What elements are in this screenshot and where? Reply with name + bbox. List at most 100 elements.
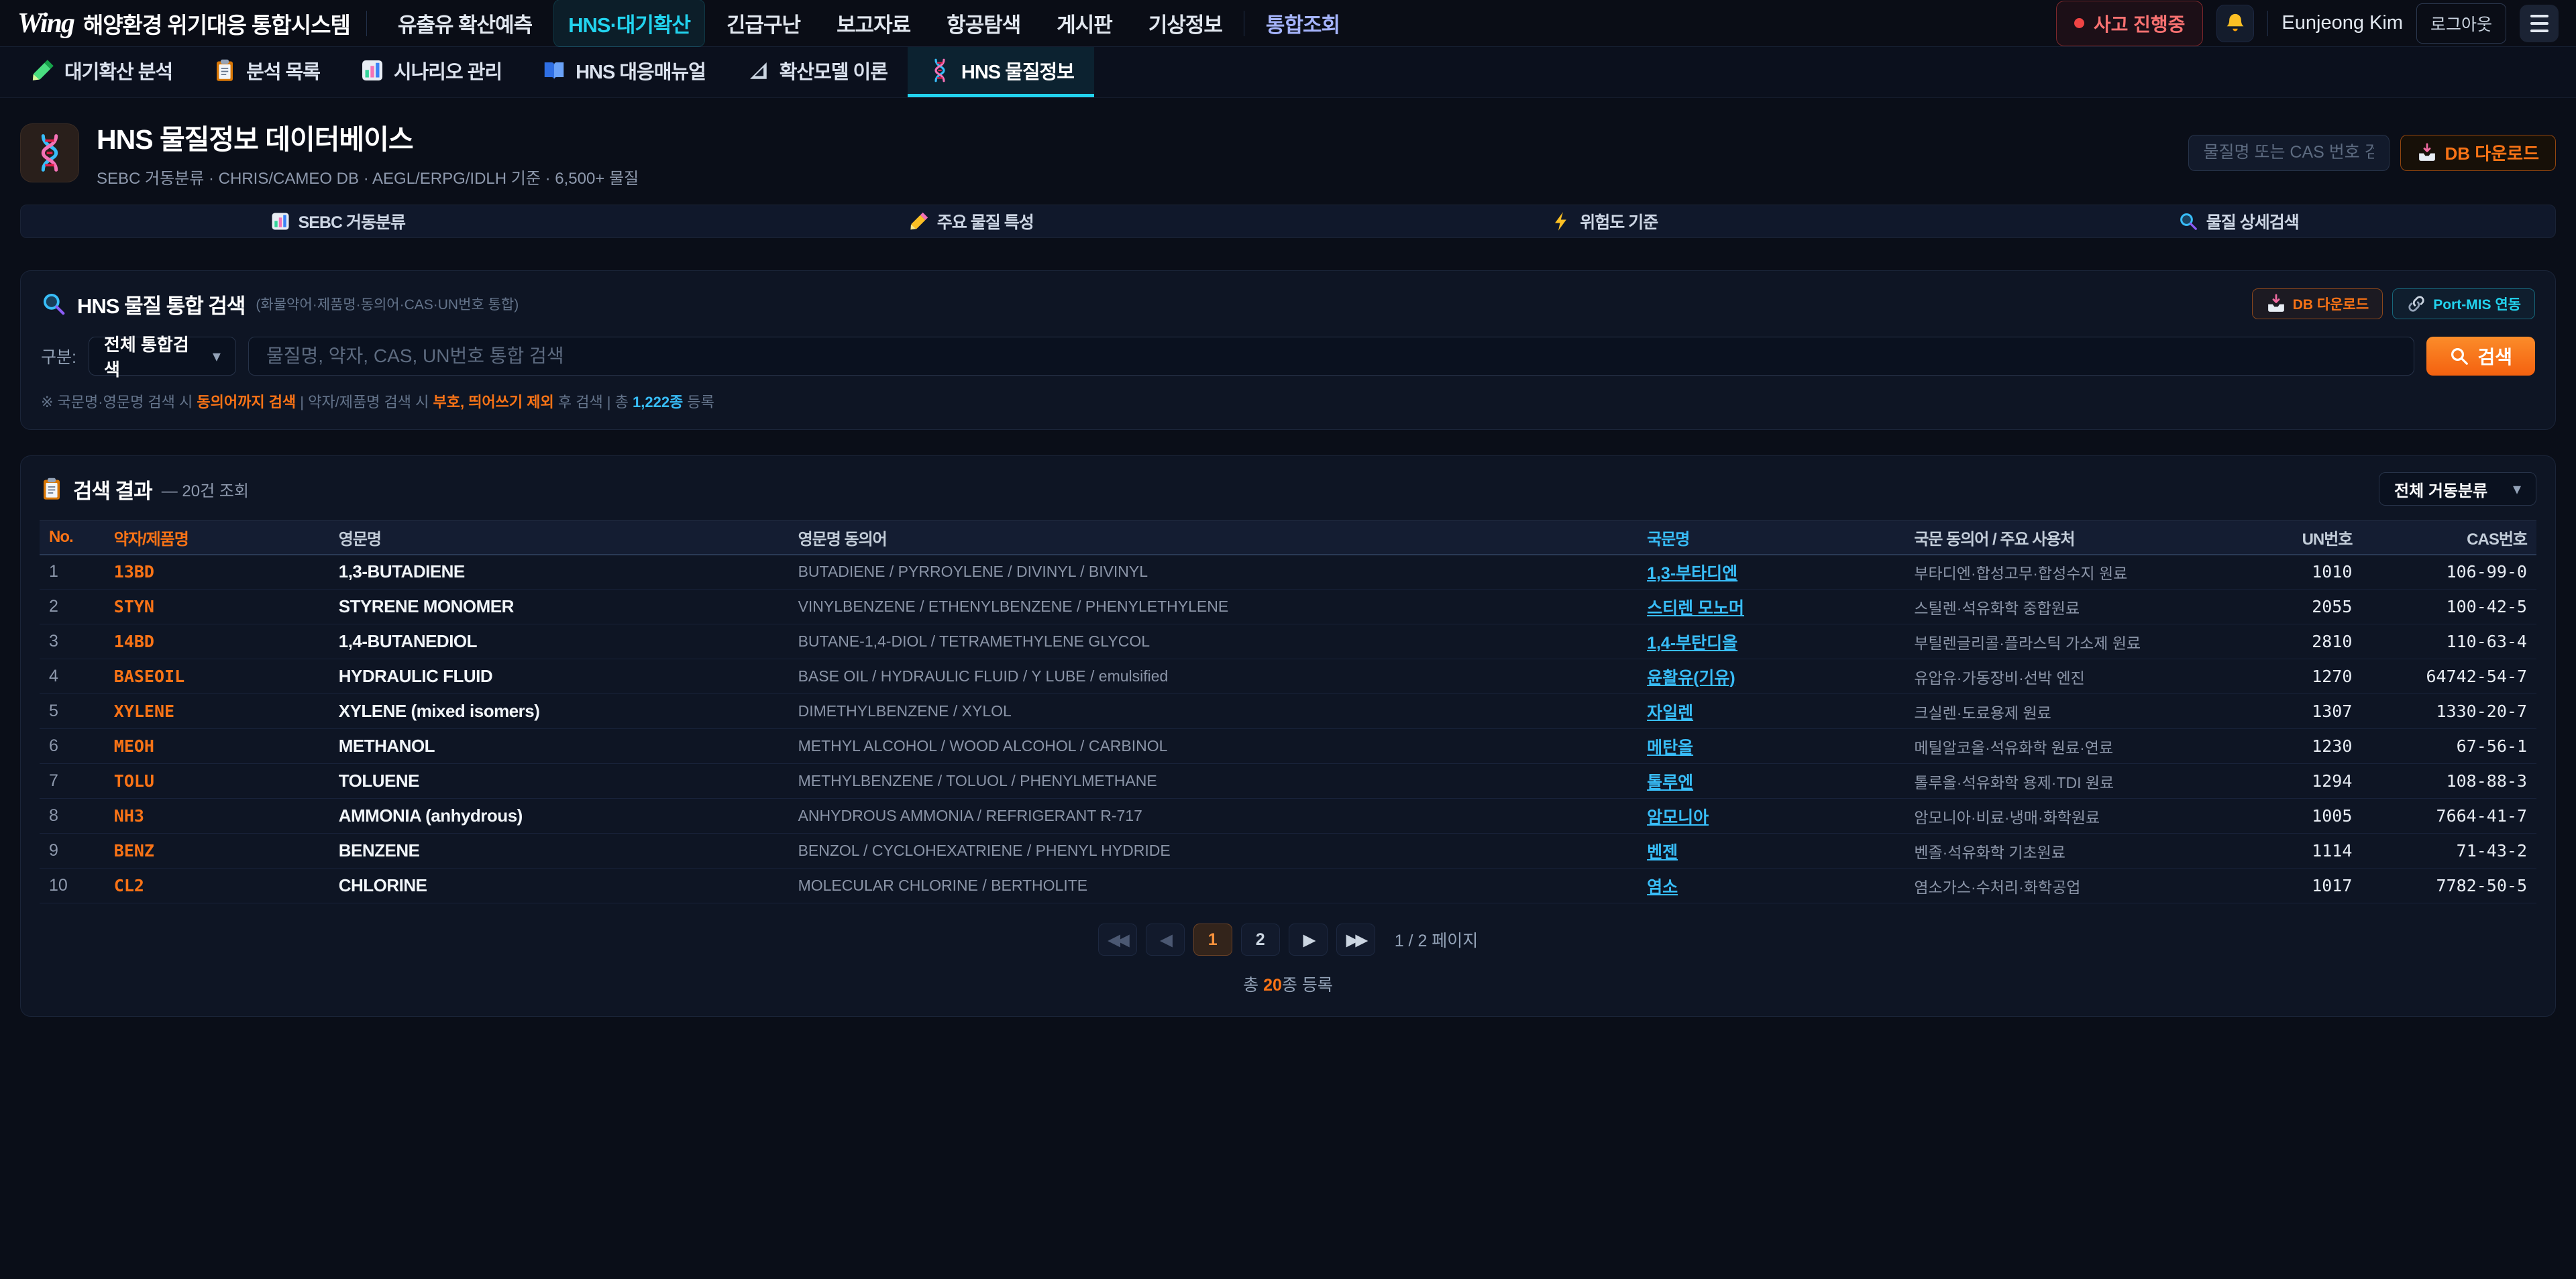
tab-dispersion-model-theory[interactable]: 확산모델 이론 — [726, 47, 908, 97]
korean-name-link[interactable]: 자일렌 — [1647, 704, 1693, 722]
table-row[interactable]: 2 STYN STYRENE MONOMER VINYLBENZENE / ET… — [40, 590, 2536, 624]
table-row[interactable]: 9 BENZ BENZENE BENZOL / CYCLOHEXATRIENE … — [40, 834, 2536, 869]
incident-status-label: 사고 진행중 — [2094, 10, 2186, 37]
cell-un-number: 1230 — [2237, 729, 2361, 764]
korean-name-link[interactable]: 벤젠 — [1647, 843, 1678, 862]
cell-korean-name: 1,4-부탄디올 — [1638, 624, 1904, 659]
korean-name-link[interactable]: 윤활유(기유) — [1647, 669, 1735, 687]
tab-hns-response-manual[interactable]: HNS 대응매뉴얼 — [522, 47, 726, 97]
table-row[interactable]: 4 BASEOIL HYDRAULIC FLUID BASE OIL / HYD… — [40, 659, 2536, 694]
search-results-panel: 검색 결과 — 20건 조회 전체 거동분류 ▾ No. 약자/제품명 영문명 … — [20, 455, 2556, 1017]
cell-korean-synonyms: 톨루올·석유화학 용제·TDI 원료 — [1904, 764, 2237, 799]
cell-korean-synonyms: 부타디엔·합성고무·합성수지 원료 — [1904, 555, 2237, 590]
page-title-icon-box — [20, 123, 79, 182]
cell-korean-name: 1,3-부타디엔 — [1638, 555, 1904, 590]
korean-name-link[interactable]: 메탄올 — [1647, 738, 1693, 757]
db-download-button[interactable]: DB 다운로드 — [2400, 135, 2556, 171]
last-page-button[interactable]: ▶▶ — [1336, 924, 1375, 956]
table-row[interactable]: 6 MEOH METHANOL METHYL ALCOHOL / WOOD AL… — [40, 729, 2536, 764]
category-tab-sebc-classification[interactable]: SEBC 거동분류 — [21, 205, 655, 237]
korean-name-link[interactable]: 스티렌 모노머 — [1647, 599, 1744, 618]
unified-search-input[interactable] — [248, 337, 2415, 376]
korean-name-link[interactable]: 염소 — [1647, 878, 1678, 897]
cell-english-synonyms: MOLECULAR CHLORINE / BERTHOLITE — [789, 869, 1638, 903]
page-1-button[interactable]: 1 — [1193, 924, 1232, 956]
app-logo[interactable]: Wing 해양환경 위기대응 통합시스템 — [17, 7, 350, 40]
results-count: — 20건 조회 — [162, 478, 249, 501]
cell-korean-name: 톨루엔 — [1638, 764, 1904, 799]
col-no: No. — [40, 521, 105, 555]
chevron-down-icon: ▾ — [2513, 480, 2521, 499]
search-type-select[interactable]: 전체 통합검색 ▾ — [89, 337, 236, 376]
table-row[interactable]: 5 XYLENE XYLENE (mixed isomers) DIMETHYL… — [40, 694, 2536, 729]
bar-chart-icon — [270, 211, 290, 231]
nav-item-oil-spill[interactable]: 유출유 확산예측 — [383, 0, 547, 47]
category-tab-risk-criteria[interactable]: 위험도 기준 — [1288, 205, 1922, 237]
cell-english-synonyms: BASE OIL / HYDRAULIC FLUID / Y LUBE / em… — [789, 659, 1638, 694]
cell-un-number: 1005 — [2237, 799, 2361, 834]
cell-un-number: 2810 — [2237, 624, 2361, 659]
db-download-button-small[interactable]: DB 다운로드 — [2252, 288, 2383, 319]
nav-item-hns-dispersion[interactable]: HNS·대기확산 — [553, 0, 705, 47]
cell-cas-number: 7782-50-5 — [2361, 869, 2536, 903]
page-2-button[interactable]: 2 — [1241, 924, 1280, 956]
nav-item-reports[interactable]: 보고자료 — [822, 0, 925, 47]
previous-page-button[interactable]: ◀ — [1146, 924, 1185, 956]
logout-button[interactable]: 로그아웃 — [2416, 3, 2506, 44]
cell-english-synonyms: ANHYDROUS AMMONIA / REFRIGERANT R-717 — [789, 799, 1638, 834]
col-korean-name: 국문명 — [1638, 521, 1904, 555]
korean-name-link[interactable]: 1,4-부탄디올 — [1647, 634, 1737, 653]
incident-status-badge[interactable]: 사고 진행중 — [2056, 1, 2204, 46]
hamburger-menu-button[interactable] — [2520, 5, 2559, 42]
behavior-class-filter-select[interactable]: 전체 거동분류 ▾ — [2379, 472, 2536, 506]
korean-name-link[interactable]: 암모니아 — [1647, 808, 1709, 827]
first-page-button[interactable]: ◀◀ — [1098, 924, 1137, 956]
cell-un-number: 1270 — [2237, 659, 2361, 694]
cell-no: 1 — [40, 555, 105, 590]
category-tabbar: SEBC 거동분류 주요 물질 특성 위험도 기준 물질 상세검색 — [20, 205, 2556, 238]
page-header: HNS 물질정보 데이터베이스 SEBC 거동분류 · CHRIS/CAMEO … — [0, 98, 2576, 205]
portmis-link-button[interactable]: Port-MIS 연동 — [2392, 288, 2535, 319]
cell-cas-number: 110-63-4 — [2361, 624, 2536, 659]
tab-hns-substance-info[interactable]: HNS 물질정보 — [908, 47, 1094, 97]
next-page-button[interactable]: ▶ — [1289, 924, 1328, 956]
cell-abbreviation: 13BD — [105, 555, 329, 590]
col-cas-number: CAS번호 — [2361, 521, 2536, 555]
cell-english-synonyms: METHYL ALCOHOL / WOOD ALCOHOL / CARBINOL — [789, 729, 1638, 764]
category-tab-key-properties[interactable]: 주요 물질 특성 — [655, 205, 1289, 237]
hamburger-icon — [2530, 15, 2548, 17]
cell-no: 7 — [40, 764, 105, 799]
cell-korean-name: 염소 — [1638, 869, 1904, 903]
nav-item-weather[interactable]: 기상정보 — [1134, 0, 1237, 47]
cell-abbreviation: CL2 — [105, 869, 329, 903]
cell-english-name: CHLORINE — [329, 869, 789, 903]
nav-item-emergency-rescue[interactable]: 긴급구난 — [712, 0, 815, 47]
nav-item-aerial-search[interactable]: 항공탐색 — [932, 0, 1035, 47]
category-tab-detail-search[interactable]: 물질 상세검색 — [1922, 205, 2556, 237]
cell-abbreviation: 14BD — [105, 624, 329, 659]
cell-english-name: 1,3-BUTADIENE — [329, 555, 789, 590]
cell-abbreviation: BENZ — [105, 834, 329, 869]
notifications-button[interactable] — [2216, 5, 2254, 42]
korean-name-link[interactable]: 톨루엔 — [1647, 773, 1693, 792]
tab-analysis-list[interactable]: 분석 목록 — [193, 47, 340, 97]
clipboard-icon — [40, 477, 64, 501]
table-row[interactable]: 1 13BD 1,3-BUTADIENE BUTADIENE / PYRROYL… — [40, 555, 2536, 590]
cell-cas-number: 7664-41-7 — [2361, 799, 2536, 834]
nav-item-integrated-lookup[interactable]: 통합조회 — [1251, 0, 1354, 47]
nav-item-board[interactable]: 게시판 — [1042, 0, 1127, 47]
tab-air-dispersion-analysis[interactable]: 대기확산 분석 — [11, 47, 193, 97]
download-tray-icon — [2417, 143, 2437, 163]
main-menu: 유출유 확산예측 HNS·대기확산 긴급구난 보고자료 항공탐색 게시판 기상정… — [383, 0, 1354, 47]
results-table-header: No. 약자/제품명 영문명 영문명 동의어 국문명 국문 동의어 / 주요 사… — [40, 521, 2536, 555]
search-button[interactable]: 검색 — [2426, 337, 2535, 376]
cell-korean-synonyms: 유압유·가동장비·선박 엔진 — [1904, 659, 2237, 694]
table-row[interactable]: 7 TOLU TOLUENE METHYLBENZENE / TOLUOL / … — [40, 764, 2536, 799]
table-row[interactable]: 8 NH3 AMMONIA (anhydrous) ANHYDROUS AMMO… — [40, 799, 2536, 834]
table-row[interactable]: 3 14BD 1,4-BUTANEDIOL BUTANE-1,4-DIOL / … — [40, 624, 2536, 659]
table-row[interactable]: 10 CL2 CHLORINE MOLECULAR CHLORINE / BER… — [40, 869, 2536, 903]
tab-scenario-management[interactable]: 시나리오 관리 — [340, 47, 522, 97]
korean-name-link[interactable]: 1,3-부타디엔 — [1647, 564, 1737, 583]
header-search-input[interactable] — [2188, 135, 2390, 171]
cell-korean-name: 벤젠 — [1638, 834, 1904, 869]
